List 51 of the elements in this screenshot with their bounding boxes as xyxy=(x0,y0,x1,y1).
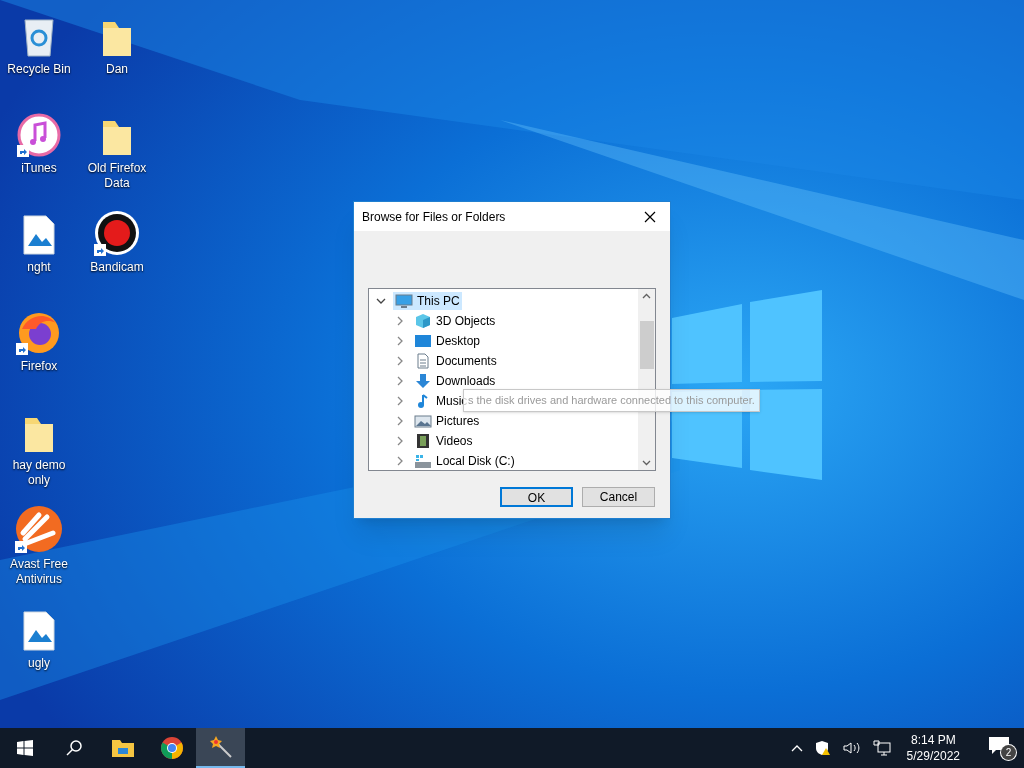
windows-start-icon[interactable] xyxy=(16,740,33,756)
chevron-down-icon[interactable] xyxy=(376,296,386,306)
dialog-button[interactable]: OK xyxy=(500,487,573,507)
monitor-icon xyxy=(414,333,432,349)
magic-wand-icon[interactable] xyxy=(208,735,233,759)
desktop-icon-label[interactable]: iTunes xyxy=(2,161,76,176)
scroll-down-icon[interactable] xyxy=(642,460,651,466)
desktop-icon-label[interactable]: hay demo only xyxy=(2,458,76,488)
desktop-icon-label[interactable]: Dan xyxy=(80,62,154,77)
clock-date[interactable]: 5/29/2022 xyxy=(906,748,960,764)
desktop-icon-label[interactable]: ugly xyxy=(2,656,76,671)
tree-item[interactable]: Downloads xyxy=(436,372,496,390)
document-icon xyxy=(414,353,432,369)
speaker-icon[interactable] xyxy=(842,741,861,755)
tree-item[interactable]: Pictures xyxy=(436,412,480,430)
film-strip-icon xyxy=(414,433,432,449)
network-icon[interactable] xyxy=(872,740,891,756)
cube-icon xyxy=(414,313,432,329)
desktop-icon-label[interactable]: Old Firefox Data xyxy=(80,161,154,191)
tree-item[interactable]: Local Disk (C:) xyxy=(436,452,515,470)
record-button-icon xyxy=(94,210,140,256)
chevron-up-icon[interactable] xyxy=(790,744,803,752)
tree-item[interactable]: Music xyxy=(436,392,468,410)
chrome-icon[interactable] xyxy=(159,736,184,760)
music-note-circle-icon xyxy=(17,113,61,157)
picture-icon xyxy=(414,413,432,429)
drive-icon xyxy=(414,453,432,469)
dialog-button[interactable]: Cancel xyxy=(582,487,655,507)
tree-item[interactable]: Documents xyxy=(436,352,497,370)
scroll-thumb[interactable] xyxy=(639,321,654,369)
folder-icon[interactable] xyxy=(110,738,135,758)
desktop-icon-label[interactable]: nght xyxy=(2,260,76,275)
tree-item[interactable]: Videos xyxy=(436,432,473,450)
close-icon xyxy=(644,210,656,223)
computer-icon xyxy=(395,293,413,309)
image-file-icon xyxy=(22,214,56,256)
shield-warning-icon[interactable] xyxy=(814,740,831,756)
tree-item[interactable]: 3D Objects xyxy=(436,312,496,330)
notification-count: 2 xyxy=(1001,745,1016,760)
window-title: Browse for Files or Folders xyxy=(362,208,506,226)
image-file-icon xyxy=(22,610,56,652)
desktop-icon-label[interactable]: Firefox xyxy=(2,359,76,374)
down-arrow-icon xyxy=(414,373,432,389)
tree-item[interactable]: Desktop xyxy=(436,332,481,350)
search-icon[interactable] xyxy=(64,739,83,757)
clock-time[interactable]: 8:14 PM xyxy=(910,732,956,748)
desktop-icon-label[interactable]: Bandicam xyxy=(80,260,154,275)
desktop-icon-label[interactable]: Recycle Bin xyxy=(2,62,76,77)
scroll-up-icon[interactable] xyxy=(642,293,651,299)
antivirus-icon xyxy=(15,505,63,553)
desktop-icon-label[interactable]: Avast Free Antivirus xyxy=(2,557,76,587)
